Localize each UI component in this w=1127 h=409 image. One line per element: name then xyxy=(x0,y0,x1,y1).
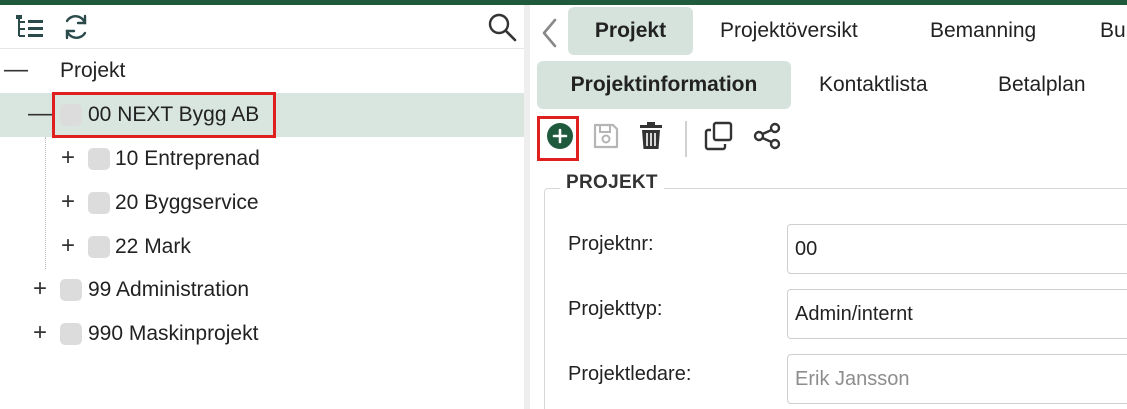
subtab-label: Kontaktlista xyxy=(819,73,928,96)
subtab-label: Betalplan xyxy=(998,73,1086,96)
tree-item-label: 22 Mark xyxy=(115,235,191,258)
tree-root-label: Projekt xyxy=(60,59,126,82)
copy-button[interactable] xyxy=(702,119,736,153)
tree-item-99-administration[interactable]: + 99 Administration xyxy=(0,268,524,312)
expand-toggle[interactable]: + xyxy=(29,321,51,345)
highlight-box xyxy=(537,116,579,161)
projektledare-field[interactable]: Erik Jansson xyxy=(787,354,1127,404)
subtab-projektinformation[interactable]: Projektinformation xyxy=(537,61,791,109)
tree-item-10-entreprenad[interactable]: + 10 Entreprenad xyxy=(0,137,524,181)
tree-item-checkbox[interactable] xyxy=(60,323,82,345)
tree-item-22-mark[interactable]: + 22 Mark xyxy=(0,225,524,269)
tree-item-label: 99 Administration xyxy=(88,278,250,301)
expand-toggle[interactable]: + xyxy=(57,146,79,170)
tree-structure-icon[interactable] xyxy=(14,11,46,43)
tab-bu[interactable]: Bu xyxy=(1100,7,1126,55)
share-button[interactable] xyxy=(750,119,784,153)
expand-toggle[interactable]: + xyxy=(29,277,51,301)
copy-icon xyxy=(704,121,733,151)
tree-toolbar xyxy=(0,5,524,49)
tab-bemanning[interactable]: Bemanning xyxy=(930,7,1036,55)
tab-label: Projektöversikt xyxy=(720,19,858,42)
subtab-kontaktlista[interactable]: Kontaktlista xyxy=(819,61,928,109)
project-tree-panel: — Projekt — 00 NEXT Bygg AB + 10 Entrepr… xyxy=(0,5,524,409)
projekttyp-value: Admin/internt xyxy=(795,302,913,325)
tab-projektoversikt[interactable]: Projektöversikt xyxy=(720,7,858,55)
delete-button[interactable] xyxy=(634,119,668,153)
projektnr-value: 00 xyxy=(795,237,818,260)
tree-root-projekt[interactable]: — Projekt xyxy=(0,49,524,93)
tree-item-label: 990 Maskinprojekt xyxy=(88,322,259,345)
tree-item-checkbox[interactable] xyxy=(88,236,110,258)
collapse-toggle[interactable]: — xyxy=(28,102,52,126)
expand-toggle[interactable]: + xyxy=(57,234,79,258)
tab-label: Bu xyxy=(1100,19,1126,42)
subtab-label: Projektinformation xyxy=(570,73,758,96)
chevron-left-icon[interactable] xyxy=(538,17,562,49)
share-icon xyxy=(753,122,781,150)
projektledare-placeholder: Erik Jansson xyxy=(795,367,910,390)
tree-item-checkbox[interactable] xyxy=(88,192,110,214)
tree-item-checkbox[interactable] xyxy=(60,279,82,301)
projekttyp-label: Projekttyp: xyxy=(568,298,663,320)
tab-projekt[interactable]: Projekt xyxy=(568,7,693,55)
tab-label: Bemanning xyxy=(930,19,1037,42)
trash-icon xyxy=(640,122,662,149)
highlight-box xyxy=(52,92,276,138)
projektnr-label: Projektnr: xyxy=(568,233,654,255)
section-title: PROJEKT xyxy=(560,172,664,194)
search-icon[interactable] xyxy=(486,11,518,43)
tree-item-label: 20 Byggservice xyxy=(115,191,259,214)
projektledare-label: Projektledare: xyxy=(568,363,692,385)
projekttyp-field[interactable]: Admin/internt xyxy=(787,289,1127,339)
projektnr-field[interactable]: 00 xyxy=(787,224,1127,274)
toolbar-divider xyxy=(685,121,687,157)
collapse-toggle[interactable]: — xyxy=(4,58,28,82)
tree-item-checkbox[interactable] xyxy=(88,148,110,170)
tree-item-20-byggservice[interactable]: + 20 Byggservice xyxy=(0,181,524,225)
refresh-icon[interactable] xyxy=(60,11,92,43)
tab-label: Projekt xyxy=(594,19,667,42)
subtab-betalplan[interactable]: Betalplan xyxy=(998,61,1086,109)
tree-item-label: 10 Entreprenad xyxy=(115,147,260,170)
save-button[interactable] xyxy=(589,119,623,153)
save-icon xyxy=(593,123,619,149)
tree-item-990-maskinprojekt[interactable]: + 990 Maskinprojekt xyxy=(0,312,524,356)
expand-toggle[interactable]: + xyxy=(57,190,79,214)
project-detail-panel: Projekt Projektöversikt Bemanning Bu Pro… xyxy=(530,5,1127,409)
